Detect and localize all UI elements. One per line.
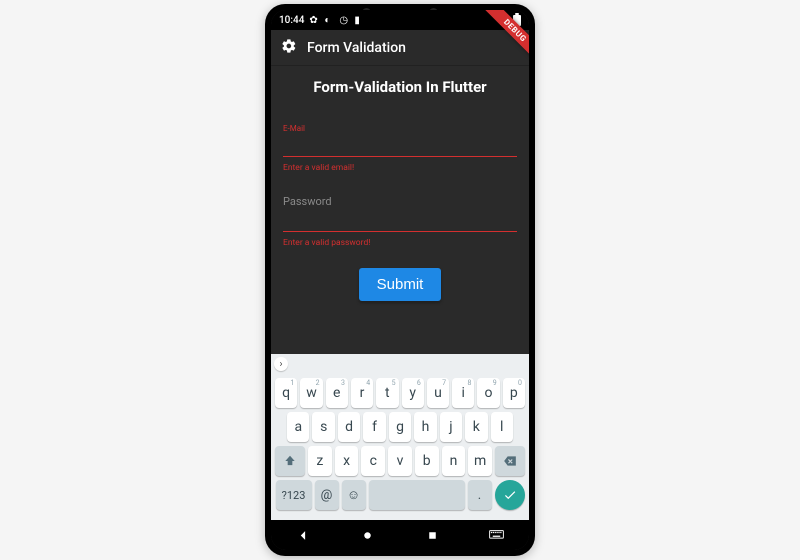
key-e[interactable]: e3	[326, 378, 348, 408]
key-w[interactable]: w2	[300, 378, 322, 408]
key-l[interactable]: l	[491, 412, 513, 442]
soft-keyboard: q1w2e3r4t5y6u7i8o9p0 asdfghjkl zxcvbnm ?…	[271, 374, 529, 520]
key-m[interactable]: m	[468, 446, 492, 476]
key-v[interactable]: v	[388, 446, 412, 476]
key-i[interactable]: i8	[452, 378, 474, 408]
gear-icon: ✿	[309, 15, 319, 25]
key-q[interactable]: q1	[275, 378, 297, 408]
nav-keyboard-icon[interactable]	[477, 529, 517, 541]
key-s[interactable]: s	[312, 412, 334, 442]
key-o[interactable]: o9	[477, 378, 499, 408]
chevron-right-icon[interactable]: ›	[274, 357, 288, 371]
email-label: E-Mail	[283, 124, 517, 133]
key-a[interactable]: a	[287, 412, 309, 442]
keyboard-suggestion-bar[interactable]: ›	[271, 354, 529, 374]
password-field: Password Enter a valid password!	[283, 195, 517, 248]
key-f[interactable]: f	[363, 412, 385, 442]
key-at[interactable]: @	[315, 480, 339, 510]
key-space[interactable]	[369, 480, 465, 510]
clock-icon: ◷	[339, 15, 349, 25]
screen: DEBUG 10:44 ✿ ◐ ◷ ▮	[271, 10, 529, 550]
page-title: Form-Validation In Flutter	[283, 78, 517, 96]
submit-button[interactable]: Submit	[359, 268, 442, 301]
status-time: 10:44	[279, 15, 304, 26]
password-error: Enter a valid password!	[283, 238, 517, 248]
canvas: DEBUG 10:44 ✿ ◐ ◷ ▮	[0, 0, 800, 560]
key-backspace[interactable]	[495, 446, 525, 476]
app-bar: Form Validation	[271, 30, 529, 66]
key-k[interactable]: k	[465, 412, 487, 442]
android-nav-bar	[271, 520, 529, 550]
key-emoji[interactable]: ☺	[342, 480, 366, 510]
key-t[interactable]: t5	[376, 378, 398, 408]
email-error: Enter a valid email!	[283, 163, 517, 173]
key-n[interactable]: n	[442, 446, 466, 476]
shield-icon: ◐	[324, 15, 334, 25]
key-enter[interactable]	[495, 480, 525, 510]
gear-icon[interactable]	[281, 38, 297, 58]
email-field: E-Mail Enter a valid email!	[283, 124, 517, 173]
key-d[interactable]: d	[338, 412, 360, 442]
key-y[interactable]: y6	[402, 378, 424, 408]
key-g[interactable]: g	[389, 412, 411, 442]
key-p[interactable]: p0	[503, 378, 525, 408]
key-x[interactable]: x	[335, 446, 359, 476]
page-body: Form-Validation In Flutter E-Mail Enter …	[271, 66, 529, 354]
key-symbols[interactable]: ?123	[276, 480, 312, 510]
key-z[interactable]: z	[308, 446, 332, 476]
phone-frame: DEBUG 10:44 ✿ ◐ ◷ ▮	[265, 4, 535, 556]
key-c[interactable]: c	[361, 446, 385, 476]
key-shift[interactable]	[275, 446, 305, 476]
nav-back[interactable]	[283, 529, 323, 542]
app-bar-title: Form Validation	[307, 40, 406, 56]
nav-home[interactable]	[348, 529, 388, 542]
nav-recent[interactable]	[412, 529, 452, 542]
key-u[interactable]: u7	[427, 378, 449, 408]
key-b[interactable]: b	[415, 446, 439, 476]
lock-icon: ▮	[354, 15, 364, 25]
password-input[interactable]	[283, 210, 517, 232]
key-r[interactable]: r4	[351, 378, 373, 408]
key-j[interactable]: j	[440, 412, 462, 442]
password-label: Password	[283, 195, 517, 208]
key-period[interactable]: .	[468, 480, 492, 510]
email-input[interactable]	[283, 135, 517, 157]
key-h[interactable]: h	[414, 412, 436, 442]
